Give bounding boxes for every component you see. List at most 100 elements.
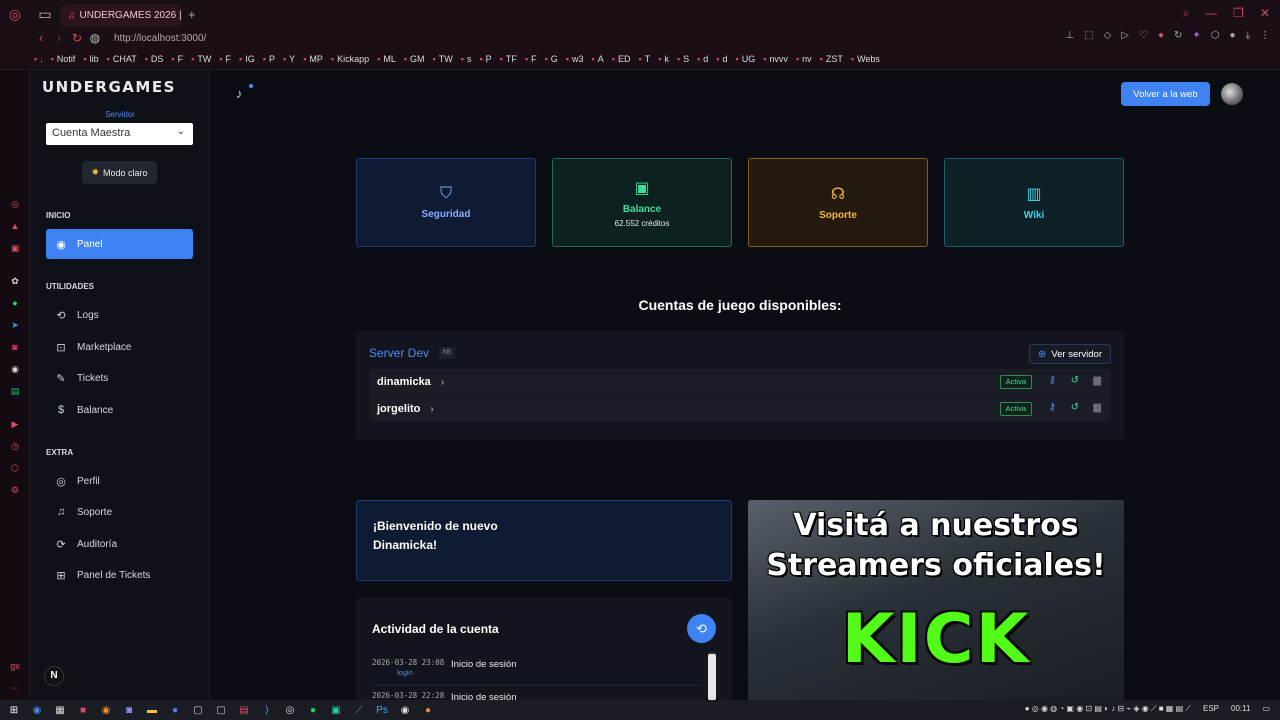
bookmark-item[interactable]: ▪ Webs bbox=[851, 54, 880, 64]
window-2-icon[interactable]: ▢ bbox=[213, 705, 229, 716]
obs-icon[interactable]: ◉ bbox=[397, 705, 413, 716]
clock[interactable]: 00:11 bbox=[1231, 704, 1250, 714]
reload-icon[interactable]: ↻ bbox=[68, 31, 86, 45]
tab-overview-icon[interactable]: ▭ bbox=[30, 0, 60, 28]
settings-icon[interactable]: ⚙ bbox=[9, 484, 21, 496]
browser-icon[interactable]: ● bbox=[167, 705, 183, 716]
bookmark-item[interactable]: ▪ S bbox=[677, 54, 689, 64]
nextjs-badge[interactable]: N bbox=[44, 666, 64, 686]
bookmark-item[interactable]: ▪ lib bbox=[83, 54, 98, 64]
telegram-icon[interactable]: ➤ bbox=[9, 319, 21, 331]
bookmark-item[interactable]: ▪ Notif bbox=[51, 54, 76, 64]
photoshop-icon[interactable]: Ps bbox=[374, 705, 390, 716]
bookmark-item[interactable]: ▪ GM bbox=[404, 54, 425, 64]
menu-icon[interactable]: ⋮ bbox=[1260, 30, 1270, 41]
support-card[interactable]: ☊ Soporte bbox=[748, 158, 928, 247]
gx-icon[interactable]: gx bbox=[9, 660, 21, 672]
sidebar-item-tickets[interactable]: ✎ Tickets bbox=[46, 363, 193, 393]
wiki-card[interactable]: ▥ Wiki bbox=[944, 158, 1124, 247]
language-indicator[interactable]: ESP bbox=[1203, 704, 1219, 714]
server-select[interactable]: Cuenta Maestra ⌄ bbox=[46, 123, 193, 145]
bookmark-item[interactable]: ▪ TW bbox=[191, 54, 211, 64]
vscode-icon[interactable]: ⟩ bbox=[259, 705, 275, 716]
bookmark-item[interactable]: ▪ Kickapp bbox=[331, 54, 369, 64]
sidebar-item-panel-tickets[interactable]: ⊞ Panel de Tickets bbox=[46, 560, 193, 590]
refresh-ext-icon[interactable]: ↻ bbox=[1174, 30, 1182, 41]
pin-icon[interactable]: ⊥ bbox=[1065, 30, 1074, 41]
sidebar-item-marketplace[interactable]: ⊡ Marketplace bbox=[46, 332, 193, 362]
avatar[interactable] bbox=[1221, 83, 1243, 105]
whatsapp-icon[interactable]: ● bbox=[9, 297, 21, 309]
app-blue-icon[interactable]: ⟋ bbox=[351, 705, 367, 716]
explorer-icon[interactable]: ▬ bbox=[144, 705, 160, 716]
lock-icon[interactable]: ▆ bbox=[1093, 402, 1101, 413]
player-icon[interactable]: ▶ bbox=[9, 418, 21, 430]
sidebar-item-soporte[interactable]: ♫ Soporte bbox=[46, 497, 193, 527]
bookmark-item[interactable]: ▪ F bbox=[171, 54, 183, 64]
app-icon[interactable]: ▤ bbox=[9, 385, 21, 397]
bookmark-item[interactable]: ▪ F bbox=[525, 54, 537, 64]
balance-card[interactable]: ▣ Balance 62.552 créditos bbox=[552, 158, 732, 247]
streamers-promo-banner[interactable]: Visitá a nuestros Streamers oficiales! K… bbox=[748, 500, 1124, 700]
extension-red-icon[interactable]: ● bbox=[1158, 30, 1164, 41]
github-icon[interactable]: ◎ bbox=[282, 705, 298, 716]
bell-icon[interactable]: ♪ bbox=[236, 86, 243, 101]
sidebar-item-auditoria[interactable]: ⟳ Auditoría bbox=[46, 529, 193, 559]
play-icon[interactable]: ▷ bbox=[1121, 30, 1129, 41]
new-tab-icon[interactable]: + bbox=[188, 7, 196, 22]
bookmark-item[interactable]: ▪ G bbox=[545, 54, 558, 64]
profile-icon[interactable]: ● bbox=[1230, 30, 1236, 41]
key-icon[interactable]: ⚷ bbox=[1049, 375, 1056, 386]
notifications-icon[interactable]: ▭ bbox=[1262, 704, 1270, 714]
firefox-icon[interactable]: ◉ bbox=[98, 705, 114, 716]
sidebar-item-perfil[interactable]: ◎ Perfil bbox=[46, 466, 193, 496]
puzzle-icon[interactable]: ⬡ bbox=[1211, 30, 1220, 41]
opera-logo-icon[interactable]: ◎ bbox=[0, 0, 30, 28]
browser-tab-active[interactable]: ♫ UNDERGAMES 2026 | Acc bbox=[60, 4, 182, 26]
bookmark-item[interactable]: ▪ IG bbox=[239, 54, 255, 64]
bookmark-item[interactable]: ▪ P bbox=[263, 54, 275, 64]
reset-icon[interactable]: ↺ bbox=[1071, 402, 1079, 413]
shield-icon[interactable]: ◇ bbox=[1104, 30, 1112, 41]
chatgpt-icon[interactable]: ✿ bbox=[9, 275, 21, 287]
bookmark-item[interactable]: ▪ s bbox=[461, 54, 472, 64]
app-green-icon[interactable]: ▣ bbox=[328, 705, 344, 716]
app-orange-icon[interactable]: ● bbox=[420, 705, 436, 716]
chevron-right-icon[interactable]: › bbox=[430, 404, 433, 415]
bookmark-item[interactable]: ▪ Y bbox=[283, 54, 295, 64]
bookmark-item[interactable]: ▪ k bbox=[658, 54, 669, 64]
key-icon[interactable]: ⚷ bbox=[1049, 402, 1056, 413]
bookmark-item[interactable]: ▪ A bbox=[592, 54, 604, 64]
bookmark-item[interactable]: ▪ MP bbox=[303, 54, 323, 64]
sidebar-item-logs[interactable]: ⟲ Logs bbox=[46, 300, 193, 330]
sidebar-item-panel[interactable]: ◉ Panel bbox=[46, 229, 193, 259]
account-row[interactable]: dinamicka › Activa ⚷ ↺ ▆ bbox=[369, 369, 1111, 395]
instagram-icon[interactable]: ◙ bbox=[9, 341, 21, 353]
undergames-logo[interactable]: UNDERGAMES bbox=[42, 78, 176, 96]
history-icon[interactable]: ◷ bbox=[9, 440, 21, 452]
bookmark-item[interactable]: ▪ nv bbox=[796, 54, 812, 64]
chevron-right-icon[interactable]: › bbox=[441, 377, 444, 388]
account-row[interactable]: jorgelito › Activa ⚷ ↺ ▆ bbox=[369, 396, 1111, 422]
bookmark-item[interactable]: ▪ ML bbox=[377, 54, 396, 64]
url-field[interactable]: http://localhost:3000/ bbox=[114, 33, 206, 44]
heart-icon[interactable]: ♡ bbox=[1139, 30, 1148, 41]
bookmark-item[interactable]: ▪ ED bbox=[612, 54, 631, 64]
bookmark-item[interactable]: ▪ UG bbox=[736, 54, 756, 64]
opera-gx-icon[interactable]: ■ bbox=[75, 705, 91, 716]
bookmark-item[interactable]: ▪ d bbox=[716, 54, 727, 64]
bookmark-item[interactable]: ▪ d bbox=[697, 54, 708, 64]
activity-scrollbar[interactable] bbox=[708, 652, 716, 700]
maximize-icon[interactable]: ❐ bbox=[1233, 6, 1244, 21]
back-to-web-button[interactable]: Volver a la web bbox=[1121, 82, 1210, 106]
chrome-icon[interactable]: ◉ bbox=[29, 705, 45, 716]
view-server-button[interactable]: ⊕ Ver servidor bbox=[1028, 344, 1111, 364]
sidebar-item-balance[interactable]: $ Balance bbox=[46, 395, 193, 425]
calendar-icon[interactable]: ▦ bbox=[52, 705, 68, 716]
download-icon[interactable]: ⤓ bbox=[1246, 30, 1250, 41]
bookmark-item[interactable]: ▪ TW bbox=[433, 54, 453, 64]
bookmark-item[interactable]: ▪ nvvv bbox=[763, 54, 788, 64]
shopping-icon[interactable]: ▲ bbox=[9, 220, 21, 232]
extensions-icon[interactable]: ⬡ bbox=[9, 462, 21, 474]
forward-icon[interactable]: › bbox=[50, 31, 68, 45]
